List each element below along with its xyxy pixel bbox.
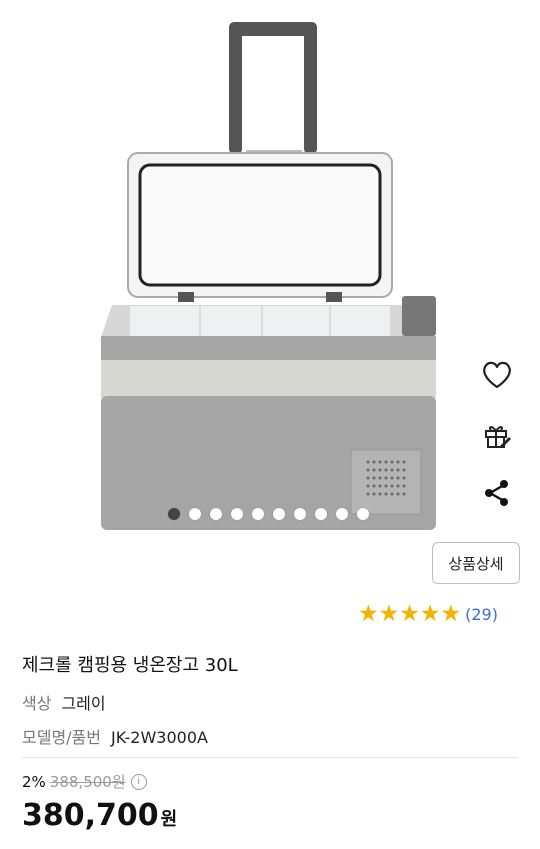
gallery-dot[interactable] — [210, 508, 222, 520]
spec-model-label: 모델명/품번 — [22, 728, 101, 747]
star-icon: ★ — [358, 601, 379, 627]
gallery-dot[interactable] — [231, 508, 243, 520]
wishlist-button[interactable] — [478, 356, 516, 394]
gallery-dot[interactable] — [252, 508, 264, 520]
discount-row: 2% 388,500원 i — [22, 771, 147, 792]
gift-button[interactable] — [478, 416, 516, 454]
gift-icon — [485, 426, 511, 448]
star-icon: ★ — [440, 601, 462, 627]
share-icon — [485, 480, 508, 506]
review-count-link[interactable]: (29) — [465, 605, 498, 624]
discount-rate: 2% — [22, 772, 46, 791]
divider — [22, 757, 518, 758]
rating-stars: ★★★★★ — [358, 602, 461, 626]
rating[interactable]: ★★★★★ (29) — [358, 602, 498, 626]
spec-color-label: 색상 — [22, 694, 52, 713]
product-image[interactable] — [0, 0, 540, 540]
gallery-dot[interactable] — [336, 508, 348, 520]
share-button[interactable] — [478, 474, 516, 512]
original-price: 388,500원 — [49, 773, 126, 791]
price-unit: 원 — [160, 809, 178, 830]
spec-color: 색상 그레이 — [22, 690, 106, 714]
spec-model-value: JK-2W3000A — [111, 728, 208, 747]
product-title: 제크롤 캠핑용 냉온장고 30L — [22, 655, 238, 676]
spec-color-value: 그레이 — [61, 694, 106, 713]
gallery-dot[interactable] — [357, 508, 369, 520]
info-icon[interactable]: i — [130, 773, 147, 790]
gallery-dot[interactable] — [168, 508, 180, 520]
gallery-dot[interactable] — [294, 508, 306, 520]
price-value: 380,700 — [22, 798, 159, 833]
gallery-dot[interactable] — [189, 508, 201, 520]
gallery-dot[interactable] — [273, 508, 285, 520]
gallery-dot[interactable] — [315, 508, 327, 520]
cooler-illustration — [100, 22, 436, 530]
heart-icon — [483, 361, 511, 389]
product-detail-button[interactable]: 상품상세 — [432, 542, 520, 584]
sale-price: 380,700 원 — [22, 798, 177, 833]
spec-model: 모델명/품번 JK-2W3000A — [22, 724, 208, 748]
gallery-pagination[interactable] — [168, 508, 369, 520]
star-icon: ★ — [419, 601, 441, 627]
star-icon: ★ — [378, 601, 400, 627]
star-icon: ★ — [399, 601, 420, 627]
